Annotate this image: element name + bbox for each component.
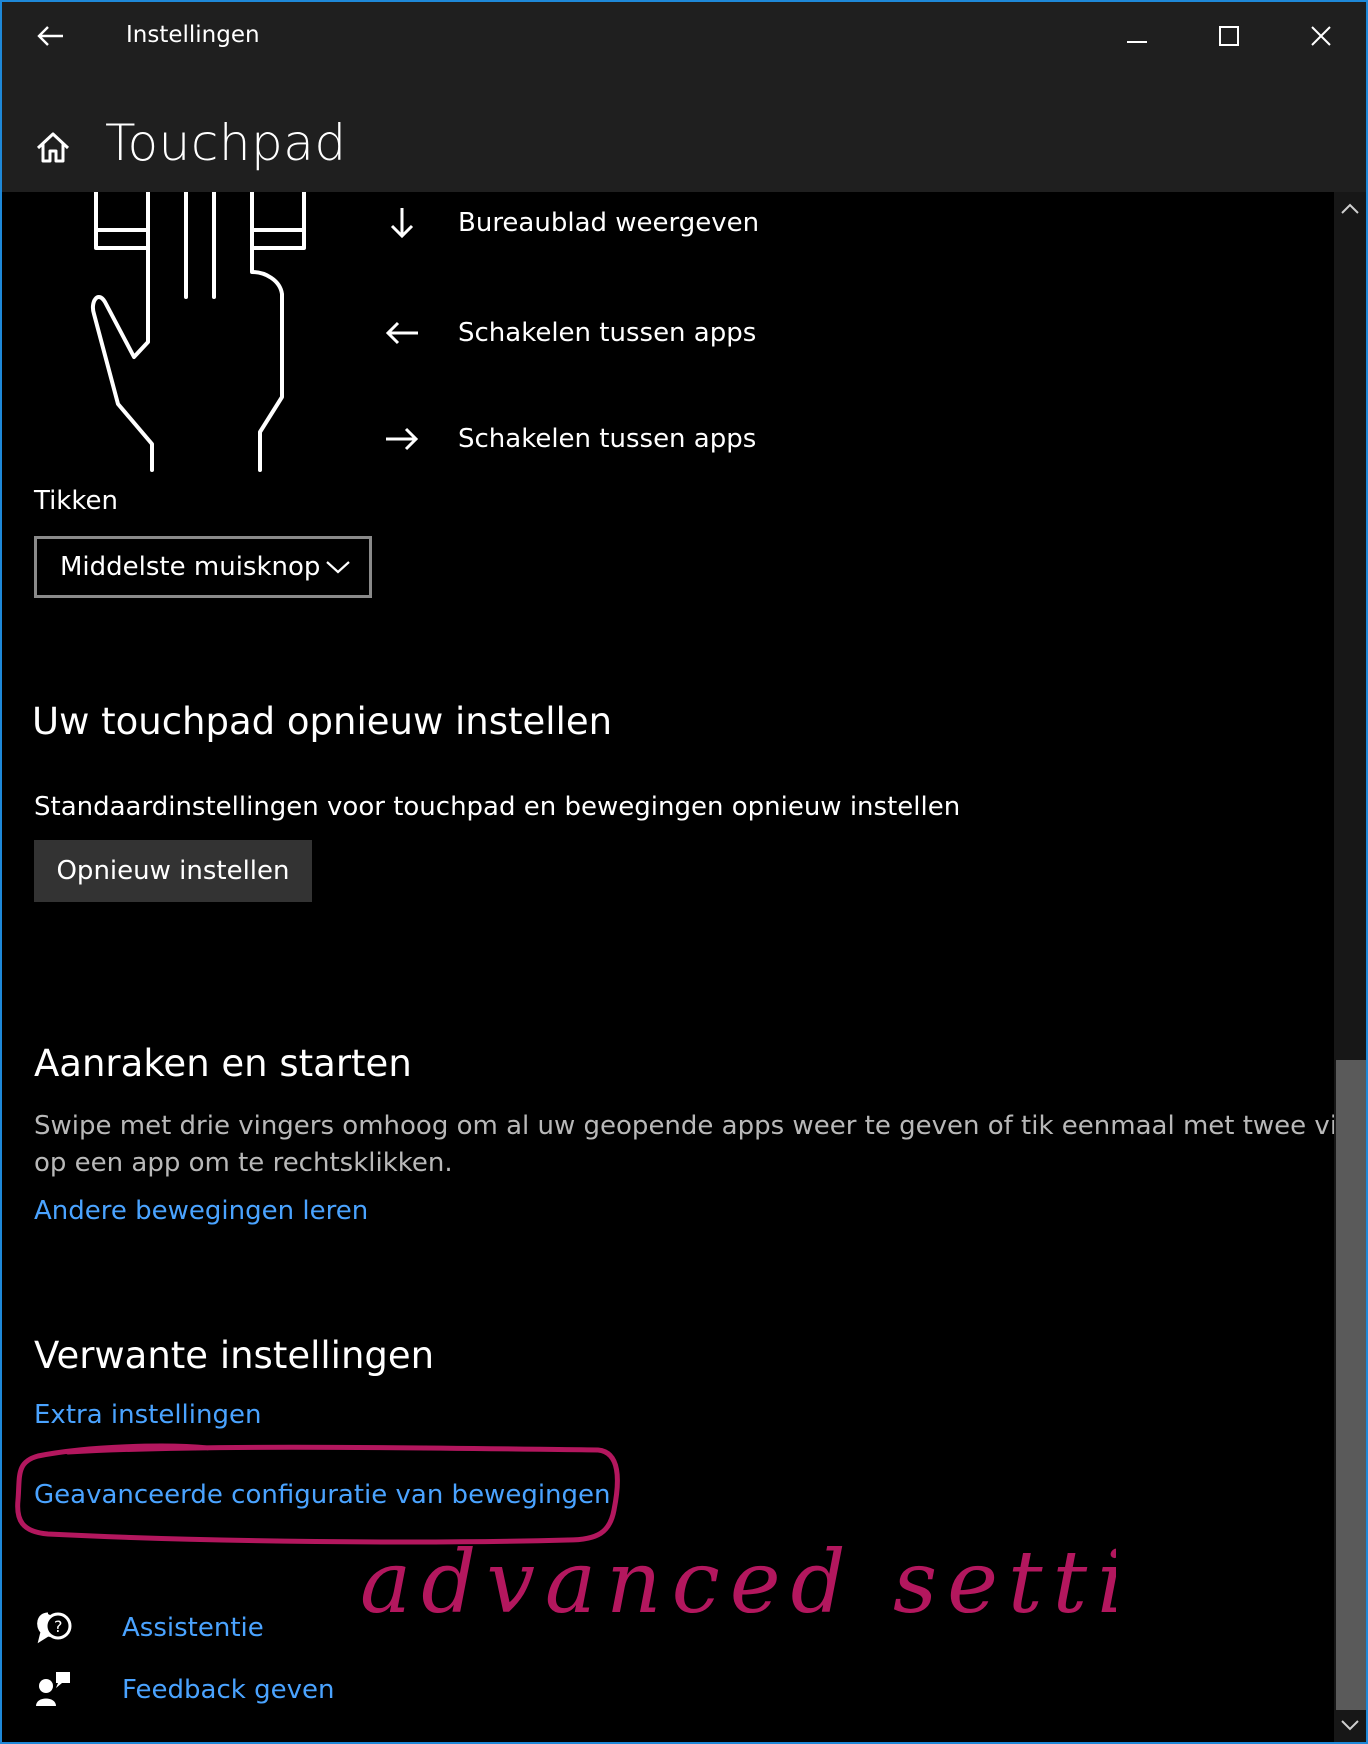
annotation-handwriting: advanced settings bbox=[360, 1540, 1116, 1633]
gesture-label: Schakelen tussen apps bbox=[458, 424, 757, 454]
arrow-right-icon bbox=[386, 427, 419, 451]
annotation-circle bbox=[15, 1443, 620, 1545]
gesture-row-down: Bureaublad weergeven bbox=[382, 206, 759, 240]
reset-description: Standaardinstellingen voor touchpad en b… bbox=[34, 792, 961, 822]
hand-gesture-icon bbox=[91, 192, 306, 472]
extra-settings-link[interactable]: Extra instellingen bbox=[34, 1400, 261, 1430]
feedback-icon bbox=[36, 1672, 70, 1706]
close-icon bbox=[1311, 26, 1331, 46]
gesture-label: Schakelen tussen apps bbox=[458, 318, 757, 348]
scroll-down-icon[interactable] bbox=[1338, 1714, 1362, 1736]
reset-section-title: Uw touchpad opnieuw instellen bbox=[32, 700, 613, 743]
chevron-down-icon bbox=[326, 561, 350, 574]
touch-section-title: Aanraken en starten bbox=[34, 1042, 412, 1085]
tap-dropdown[interactable]: Middelste muisknop bbox=[34, 536, 372, 598]
maximize-button[interactable] bbox=[1204, 16, 1254, 56]
reset-button[interactable]: Opnieuw instellen bbox=[34, 840, 312, 902]
touch-description: Swipe met drie vingers omhoog om al uw g… bbox=[34, 1108, 1368, 1182]
scroll-up-icon[interactable] bbox=[1338, 198, 1362, 220]
tap-dropdown-value: Middelste muisknop bbox=[60, 552, 321, 582]
feedback-link[interactable]: Feedback geven bbox=[122, 1675, 334, 1705]
feedback-row[interactable]: Feedback geven bbox=[34, 1670, 334, 1710]
gesture-row-left: Schakelen tussen apps bbox=[382, 316, 756, 350]
window-border-left bbox=[0, 0, 2, 1744]
home-icon bbox=[36, 132, 70, 163]
related-section-title: Verwante instellingen bbox=[34, 1334, 435, 1377]
gesture-row-right: Schakelen tussen apps bbox=[382, 422, 756, 456]
learn-gestures-link[interactable]: Andere bewegingen leren bbox=[34, 1196, 368, 1226]
page-title: Touchpad bbox=[105, 114, 347, 172]
arrow-down-icon bbox=[390, 208, 414, 239]
minimize-icon bbox=[1127, 41, 1147, 43]
help-row[interactable]: ? Assistentie bbox=[34, 1608, 264, 1648]
tap-label: Tikken bbox=[34, 486, 118, 516]
help-link[interactable]: Assistentie bbox=[122, 1613, 264, 1643]
maximize-icon bbox=[1219, 26, 1239, 46]
touch-description-line2: op een app om te rechtsklikken. bbox=[34, 1148, 453, 1178]
touch-description-line1: Swipe met drie vingers omhoog om al uw g… bbox=[34, 1111, 1368, 1141]
svg-text:?: ? bbox=[54, 1617, 63, 1636]
home-button[interactable] bbox=[30, 124, 76, 170]
app-title: Instellingen bbox=[126, 22, 260, 48]
scrollbar-thumb[interactable] bbox=[1336, 1060, 1366, 1710]
annotation-text: advanced settings bbox=[360, 1540, 1116, 1633]
arrow-left-icon bbox=[385, 321, 418, 345]
help-chat-icon: ? bbox=[37, 1612, 72, 1644]
title-bar: Instellingen Touchpad bbox=[0, 0, 1368, 192]
back-button[interactable] bbox=[30, 16, 70, 56]
minimize-button[interactable] bbox=[1112, 16, 1162, 56]
close-button[interactable] bbox=[1296, 16, 1346, 56]
back-arrow-icon bbox=[37, 26, 63, 46]
gesture-label: Bureaublad weergeven bbox=[458, 208, 760, 238]
